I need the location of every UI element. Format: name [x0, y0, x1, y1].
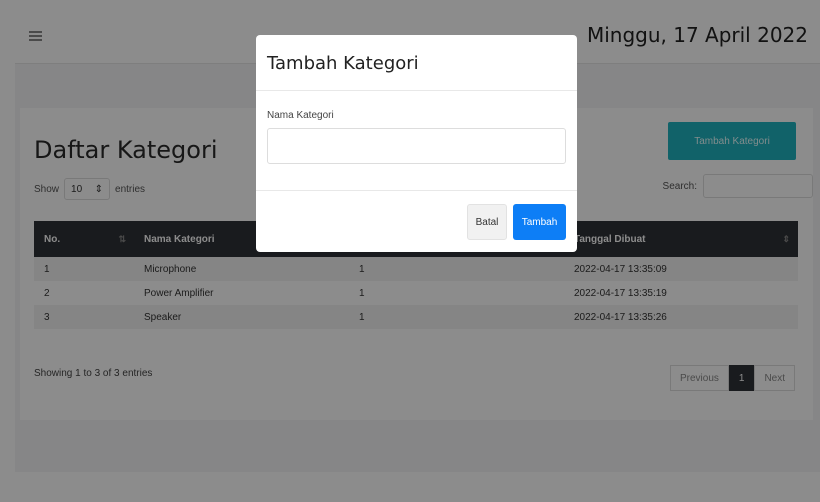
modal-divider: [256, 90, 577, 91]
category-name-label: Nama Kategori: [267, 110, 334, 121]
modal-divider: [256, 190, 577, 191]
submit-button[interactable]: Tambah: [513, 204, 566, 240]
cancel-button[interactable]: Batal: [467, 204, 507, 240]
category-name-input[interactable]: [267, 128, 566, 164]
add-category-modal: Tambah Kategori Nama Kategori Batal Tamb…: [256, 35, 577, 252]
modal-title: Tambah Kategori: [267, 53, 419, 74]
